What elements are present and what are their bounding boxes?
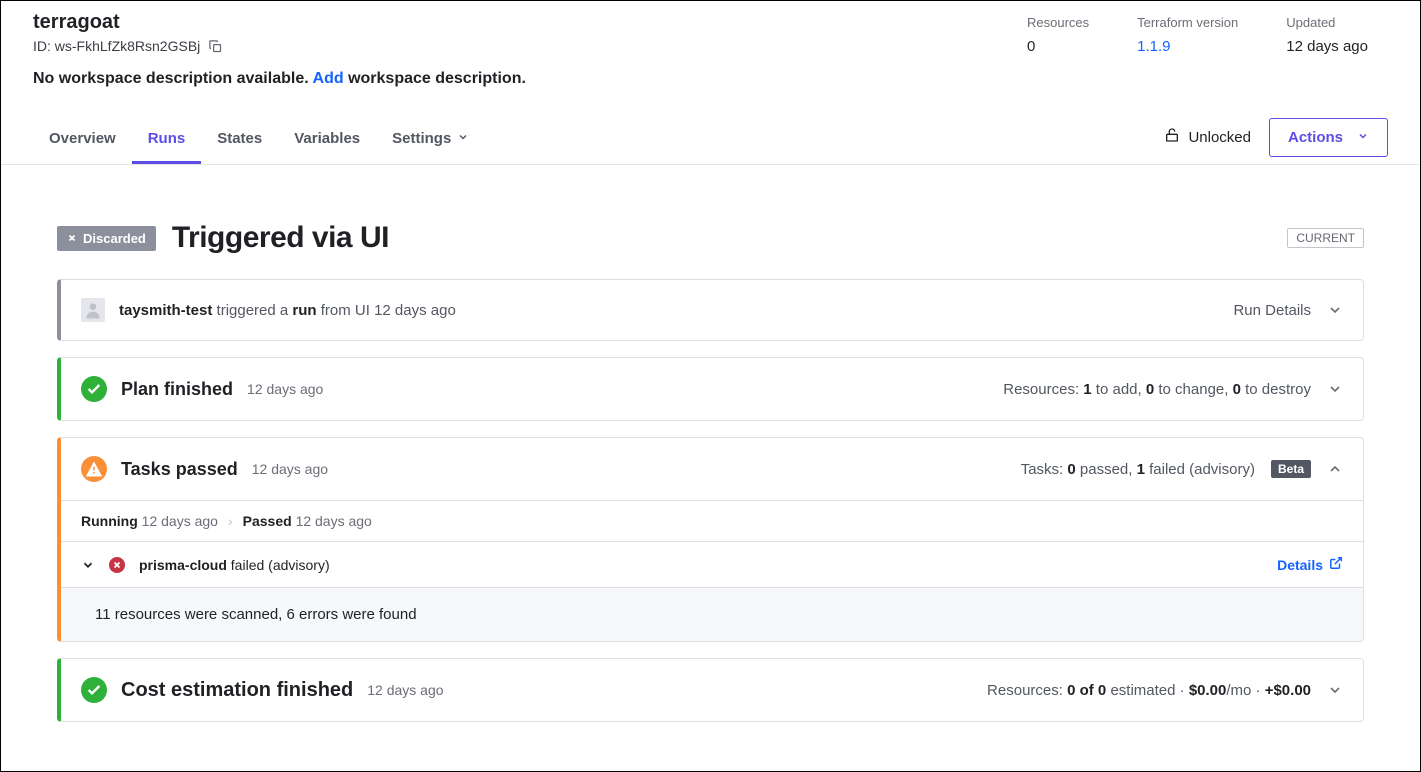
cost-summary: Resources: 0 of 0 estimated · $0.00/mo ·… xyxy=(987,682,1311,699)
task-message: 11 resources were scanned, 6 errors were… xyxy=(61,587,1363,641)
tab-variables[interactable]: Variables xyxy=(278,116,376,164)
tab-runs[interactable]: Runs xyxy=(132,116,202,164)
meta-resources-label: Resources xyxy=(1027,15,1089,30)
x-circle-icon xyxy=(109,557,125,573)
lock-status-label: Unlocked xyxy=(1188,129,1251,146)
beta-badge: Beta xyxy=(1271,460,1311,478)
tab-overview[interactable]: Overview xyxy=(33,116,132,164)
tab-settings[interactable]: Settings xyxy=(376,116,485,164)
lock-status[interactable]: Unlocked xyxy=(1164,127,1251,147)
discarded-badge: Discarded xyxy=(57,226,156,251)
meta-updated-label: Updated xyxy=(1286,15,1368,30)
trigger-text: taysmith-test triggered a run from UI 12… xyxy=(119,302,456,319)
chevron-right-icon: › xyxy=(228,513,233,529)
meta-tfversion-label: Terraform version xyxy=(1137,15,1238,30)
warning-icon xyxy=(81,456,107,482)
details-label: Details xyxy=(1277,557,1323,573)
actions-label: Actions xyxy=(1288,129,1343,146)
tasks-summary: Tasks: 0 passed, 1 failed (advisory) xyxy=(1021,461,1255,478)
chevron-down-icon xyxy=(457,130,469,147)
chevron-down-icon xyxy=(1357,129,1369,146)
chevron-down-icon[interactable] xyxy=(1327,682,1343,698)
actions-button[interactable]: Actions xyxy=(1269,118,1388,157)
meta-resources-value: 0 xyxy=(1027,38,1089,55)
plan-title: Plan finished xyxy=(121,379,233,400)
description-prefix: No workspace description available. xyxy=(33,70,309,87)
add-description-link[interactable]: Add xyxy=(313,70,344,87)
tab-states[interactable]: States xyxy=(201,116,278,164)
check-circle-icon xyxy=(81,677,107,703)
plan-card: Plan finished 12 days ago Resources: 1 t… xyxy=(57,357,1364,421)
tab-settings-label: Settings xyxy=(392,130,451,147)
avatar-icon xyxy=(81,298,105,322)
cost-card: Cost estimation finished 12 days ago Res… xyxy=(57,658,1364,722)
run-title: Triggered via UI xyxy=(172,221,389,255)
cost-time: 12 days ago xyxy=(367,682,443,698)
task-details-link[interactable]: Details xyxy=(1277,556,1343,573)
meta-updated-value: 12 days ago xyxy=(1286,38,1368,55)
tasks-card: Tasks passed 12 days ago Tasks: 0 passed… xyxy=(57,437,1364,642)
x-icon xyxy=(67,231,77,246)
run-details-toggle[interactable]: Run Details xyxy=(1233,302,1311,319)
chevron-up-icon[interactable] xyxy=(1327,461,1343,477)
check-circle-icon xyxy=(81,376,107,402)
cost-title: Cost estimation finished xyxy=(121,679,353,702)
copy-icon[interactable] xyxy=(208,39,223,54)
workspace-id: ID: ws-FkhLfZk8Rsn2GSBj xyxy=(33,38,200,54)
discarded-label: Discarded xyxy=(83,231,146,246)
external-link-icon xyxy=(1329,556,1343,573)
tasks-timeline: Running 12 days ago › Passed 12 days ago xyxy=(61,500,1363,541)
unlock-icon xyxy=(1164,127,1180,147)
chevron-down-icon[interactable] xyxy=(1327,381,1343,397)
plan-time: 12 days ago xyxy=(247,381,323,397)
chevron-down-icon[interactable] xyxy=(1327,302,1343,318)
plan-resources: Resources: 1 to add, 0 to change, 0 to d… xyxy=(1003,381,1311,398)
trigger-card: taysmith-test triggered a run from UI 12… xyxy=(57,279,1364,341)
workspace-name: terragoat xyxy=(33,11,1027,34)
description-suffix: workspace description. xyxy=(348,70,526,87)
current-badge: CURRENT xyxy=(1287,228,1364,248)
chevron-down-icon[interactable] xyxy=(81,558,95,572)
tasks-time: 12 days ago xyxy=(252,461,328,477)
meta-tfversion-value[interactable]: 1.1.9 xyxy=(1137,38,1238,55)
tasks-title: Tasks passed xyxy=(121,459,238,480)
task-item: prisma-cloud failed (advisory) xyxy=(139,557,330,573)
